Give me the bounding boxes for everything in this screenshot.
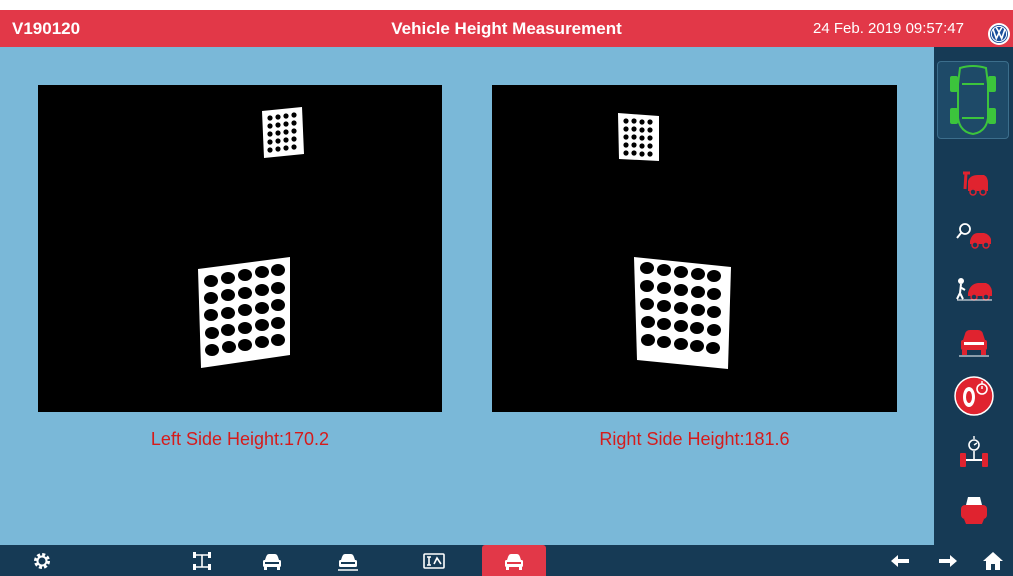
left-height-value: 170.2 (284, 429, 330, 449)
alignment-button[interactable] (182, 545, 222, 576)
vehicle-height-icon (505, 554, 523, 570)
back-button[interactable] (880, 545, 920, 576)
axle-measure-button[interactable] (934, 435, 1013, 471)
vehicle-service-icon (956, 278, 992, 301)
forward-button[interactable] (928, 545, 968, 576)
vw-logo-icon (987, 22, 1011, 46)
main-panel: Left Side Height:170.2 Right Side Height… (0, 47, 934, 545)
calibration-button[interactable] (414, 545, 454, 576)
home-button[interactable] (973, 545, 1013, 576)
vehicle-overview-button[interactable] (937, 61, 1009, 139)
right-camera-view (492, 85, 897, 412)
left-height-reading: Left Side Height:170.2 (38, 429, 442, 450)
vehicle-service-button[interactable] (934, 269, 1013, 305)
back-arrow-icon (891, 555, 909, 567)
right-targets (618, 113, 731, 369)
car-front-icon (263, 554, 281, 570)
settings-button[interactable] (22, 545, 62, 576)
title-bar: V190120 Vehicle Height Measurement 24 Fe… (0, 10, 1013, 47)
vehicle-search-button[interactable] (934, 217, 1013, 253)
print-button[interactable] (934, 493, 1013, 529)
calibration-icon (423, 553, 445, 569)
vehicle-overview-icon (950, 65, 996, 136)
wheel-runout-button[interactable] (934, 374, 1013, 418)
car-front-alt-icon (338, 554, 358, 571)
wheel-runout-icon (954, 376, 994, 416)
alignment-icon (193, 552, 211, 570)
forward-arrow-icon (939, 555, 957, 567)
bottom-toolbar (0, 545, 1013, 576)
vehicle-front-button[interactable] (934, 326, 1013, 362)
right-height-label: Right Side Height: (599, 429, 745, 449)
car-front-button[interactable] (252, 545, 292, 576)
right-toolbar (934, 47, 1013, 545)
home-icon (983, 552, 1003, 570)
vehicle-adjust-icon (963, 171, 988, 196)
right-height-value: 181.6 (744, 429, 790, 449)
right-height-reading: Right Side Height:181.6 (492, 429, 897, 450)
vehicle-adjust-button[interactable] (934, 165, 1013, 201)
axle-measure-icon (960, 436, 988, 467)
vehicle-search-icon (956, 223, 991, 249)
vehicle-front-icon (959, 330, 989, 357)
settings-icon (34, 553, 50, 569)
left-height-label: Left Side Height: (150, 429, 285, 449)
datetime: 24 Feb. 2019 09:57:47 (813, 20, 964, 37)
left-camera-view (38, 85, 442, 412)
car-front-alt-button[interactable] (328, 545, 368, 576)
print-icon (961, 497, 987, 524)
vehicle-height-button[interactable] (494, 545, 534, 576)
left-targets (198, 107, 304, 368)
